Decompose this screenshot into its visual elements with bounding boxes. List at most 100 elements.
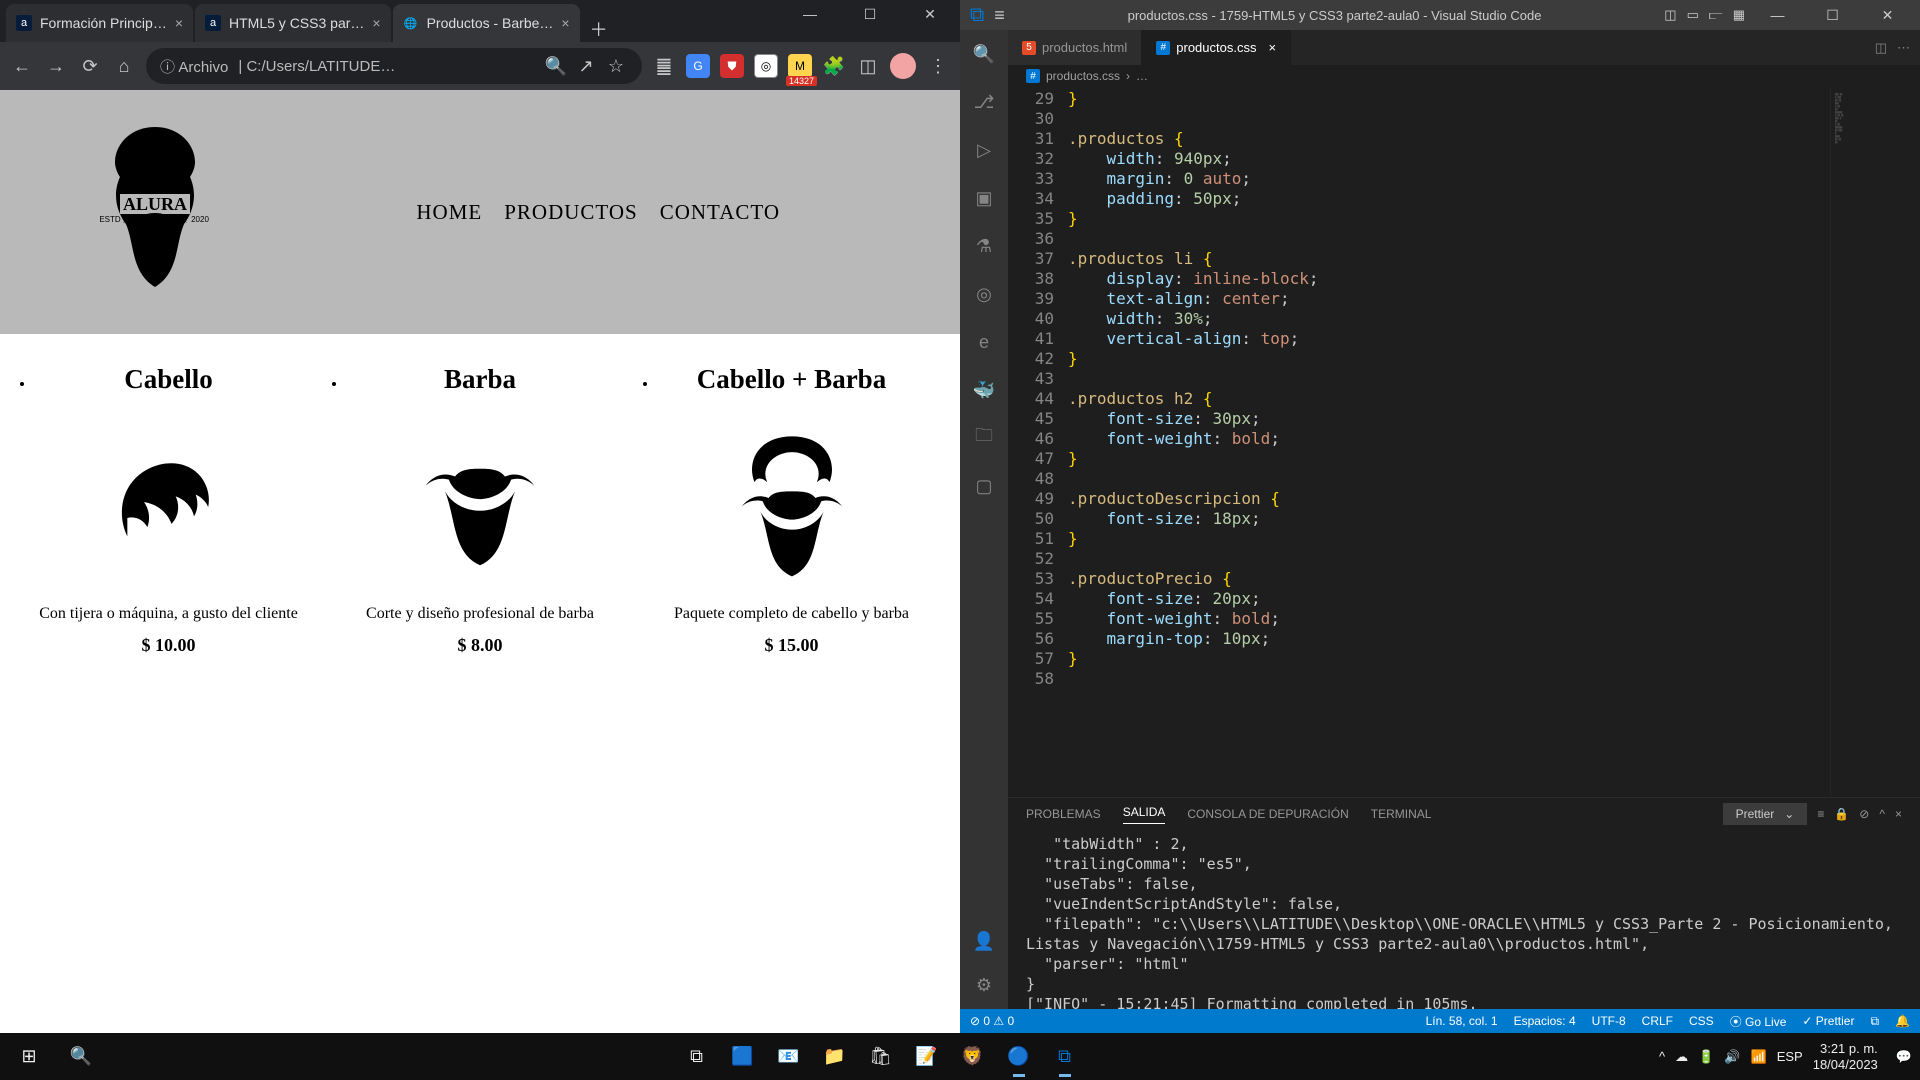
extensions-icon[interactable]: ▣: [970, 184, 998, 212]
code-editor[interactable]: 29 30 31 32 33 34 35 36 37 38 39 40 41 4…: [1008, 87, 1920, 797]
close-icon[interactable]: ×: [1268, 40, 1276, 55]
tray-language[interactable]: ESP: [1777, 1049, 1803, 1064]
status-language[interactable]: CSS: [1689, 1014, 1714, 1028]
maximize-button[interactable]: ☐: [1810, 0, 1855, 30]
new-tab-button[interactable]: ＋: [582, 16, 616, 42]
brave-icon[interactable]: 🦁: [952, 1037, 994, 1077]
tray-chevron-icon[interactable]: ^: [1659, 1049, 1665, 1064]
maximize-button[interactable]: ☐: [840, 0, 900, 28]
reload-button[interactable]: ⟳: [78, 54, 102, 78]
minimize-button[interactable]: —: [1755, 0, 1800, 30]
tray-volume-icon[interactable]: 🔊: [1724, 1049, 1740, 1065]
edge-icon[interactable]: e: [970, 328, 998, 356]
layout-icon[interactable]: ▦: [1733, 7, 1745, 23]
run-debug-icon[interactable]: ▷: [970, 136, 998, 164]
more-icon[interactable]: ⋯: [1897, 40, 1910, 56]
close-icon[interactable]: ×: [372, 15, 380, 31]
tray-battery-icon[interactable]: 🔋: [1698, 1049, 1714, 1065]
panel-lock-icon[interactable]: 🔒: [1834, 807, 1849, 821]
close-button[interactable]: ✕: [1865, 0, 1910, 30]
nav-contacto[interactable]: CONTACTO: [660, 200, 780, 225]
ublock-icon[interactable]: ⛊: [720, 54, 744, 78]
chrome-icon[interactable]: 🔵: [998, 1037, 1040, 1077]
source-control-icon[interactable]: ⎇: [970, 88, 998, 116]
layout-icon[interactable]: ◫: [1664, 7, 1676, 23]
tray-onedrive-icon[interactable]: ☁: [1675, 1049, 1688, 1065]
settings-gear-icon[interactable]: ⚙: [970, 971, 998, 999]
home-button[interactable]: ⌂: [112, 54, 136, 78]
output-content[interactable]: "tabWidth" : 2, "trailingComma": "es5", …: [1008, 830, 1920, 1009]
profile-avatar[interactable]: [890, 53, 916, 79]
status-feedback-icon[interactable]: ⧉: [1870, 1014, 1879, 1029]
docker-icon[interactable]: 🐳: [970, 376, 998, 404]
code-content[interactable]: } .productos { width: 940px; margin: 0 a…: [1068, 87, 1830, 797]
gmail-icon[interactable]: M: [788, 54, 812, 78]
widgets-icon[interactable]: 🟦: [722, 1037, 764, 1077]
layout-icon[interactable]: ▭: [1687, 7, 1699, 23]
minimize-button[interactable]: —: [780, 0, 840, 28]
clock[interactable]: 3:21 p. m. 18/04/2023: [1813, 1041, 1886, 1073]
status-bell-icon[interactable]: 🔔: [1895, 1014, 1910, 1028]
folder-icon[interactable]: 🗀: [970, 424, 998, 452]
panel-close-icon[interactable]: ×: [1895, 807, 1902, 821]
breadcrumb[interactable]: # productos.css › …: [1008, 65, 1920, 87]
kebab-menu-icon[interactable]: ⋮: [926, 54, 950, 78]
panel-clear-icon[interactable]: ⊘: [1859, 807, 1869, 821]
search-button[interactable]: 🔍: [60, 1037, 102, 1077]
panel-maximize-icon[interactable]: ^: [1879, 807, 1885, 821]
bookmark-icon[interactable]: ☆: [604, 54, 628, 78]
status-spaces[interactable]: Espacios: 4: [1514, 1014, 1576, 1028]
live-share-icon[interactable]: ◎: [970, 280, 998, 308]
browser-tab[interactable]: a HTML5 y CSS3 par… ×: [195, 4, 391, 42]
browser-window: a Formación Princip… × a HTML5 y CSS3 pa…: [0, 0, 960, 1033]
word-icon[interactable]: 📝: [906, 1037, 948, 1077]
tray-wifi-icon[interactable]: 📶: [1751, 1049, 1767, 1065]
browser-tab-active[interactable]: 🌐 Productos - Barbe… ×: [393, 4, 580, 42]
back-button[interactable]: ←: [10, 54, 34, 78]
close-button[interactable]: ✕: [900, 0, 960, 28]
vscode-taskbar-icon[interactable]: ⧉: [1044, 1037, 1086, 1077]
panel-tab-problems[interactable]: PROBLEMAS: [1026, 807, 1101, 821]
share-icon[interactable]: ↗: [574, 54, 598, 78]
status-errors[interactable]: ⊘ 0 ⚠ 0: [970, 1014, 1014, 1028]
editor-tab-active[interactable]: # productos.css ×: [1142, 30, 1291, 65]
extension-icon[interactable]: ◎: [754, 54, 778, 78]
explorer-icon[interactable]: 📁: [814, 1037, 856, 1077]
editor-tab[interactable]: 5 productos.html: [1008, 30, 1142, 65]
outlook-icon[interactable]: 📧: [768, 1037, 810, 1077]
panel-tab-terminal[interactable]: TERMINAL: [1371, 807, 1432, 821]
nav-home[interactable]: HOME: [416, 200, 482, 225]
status-golive[interactable]: ⦿ Go Live: [1730, 1013, 1787, 1030]
minimap[interactable]: ███ ██ █ ███ ██ ██ ███ █ ██ ██ ██████ █ …: [1830, 87, 1920, 797]
close-icon[interactable]: ×: [561, 15, 569, 31]
store-icon[interactable]: 🛍: [860, 1037, 902, 1077]
start-button[interactable]: ⊞: [8, 1037, 50, 1077]
close-icon[interactable]: ×: [175, 15, 183, 31]
nav-productos[interactable]: PRODUCTOS: [504, 200, 637, 225]
hamburger-menu-icon[interactable]: ≡: [994, 5, 1005, 26]
output-channel-select[interactable]: Prettier ⌄: [1723, 803, 1808, 825]
status-eol[interactable]: CRLF: [1642, 1014, 1673, 1028]
terminal-icon[interactable]: ▢: [970, 472, 998, 500]
panel-tab-output[interactable]: SALIDA: [1123, 805, 1166, 824]
split-editor-icon[interactable]: ◫: [1875, 40, 1887, 56]
reader-icon[interactable]: ䷀: [652, 54, 676, 78]
extensions-icon[interactable]: 🧩: [822, 54, 846, 78]
address-bar[interactable]: ⓘ Archivo | C:/Users/LATITUDE… 🔍 ↗ ☆: [146, 48, 642, 84]
browser-tab[interactable]: a Formación Princip… ×: [6, 4, 193, 42]
testing-icon[interactable]: ⚗: [970, 232, 998, 260]
account-icon[interactable]: 👤: [970, 927, 998, 955]
google-translate-icon[interactable]: G: [686, 54, 710, 78]
explorer-search-icon[interactable]: 🔍: [970, 40, 998, 68]
status-prettier[interactable]: ✓ Prettier: [1802, 1014, 1854, 1028]
layout-icon[interactable]: ⫍: [1709, 7, 1723, 23]
search-icon[interactable]: 🔍: [544, 54, 568, 78]
status-encoding[interactable]: UTF-8: [1592, 1014, 1626, 1028]
forward-button[interactable]: →: [44, 54, 68, 78]
panel-tab-debug[interactable]: CONSOLA DE DEPURACIÓN: [1187, 807, 1348, 821]
panel-filter-icon[interactable]: ≡: [1817, 807, 1824, 821]
notifications-icon[interactable]: 💬: [1896, 1049, 1912, 1065]
taskview-icon[interactable]: ⧉: [676, 1037, 718, 1077]
status-position[interactable]: Lín. 58, col. 1: [1426, 1014, 1498, 1028]
side-panel-icon[interactable]: ◫: [856, 54, 880, 78]
